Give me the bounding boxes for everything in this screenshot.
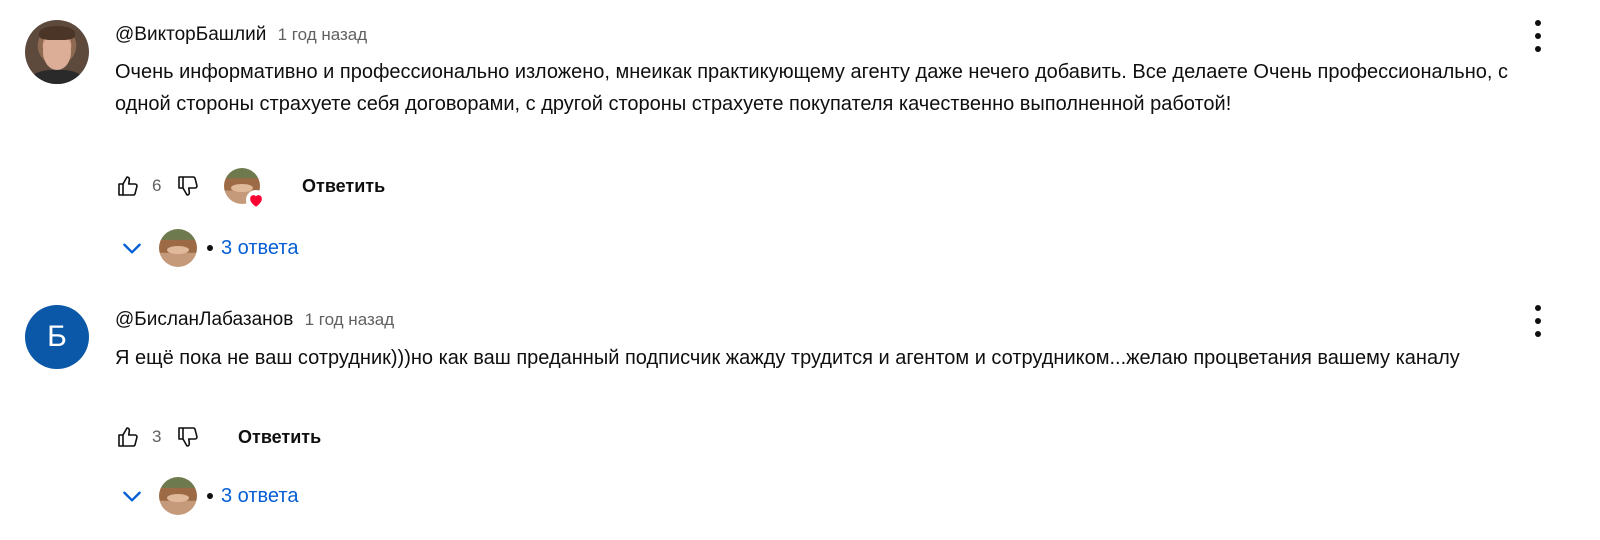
more-vert-icon[interactable] [1526,305,1550,337]
comment-text: Я ещё пока не ваш сотрудник)))но как ваш… [115,347,1460,369]
avatar-letter: Б [47,320,67,353]
creator-avatar [159,477,197,515]
separator-dot [207,493,213,499]
replies-toggle[interactable]: 3 ответа [115,476,298,516]
dislike-icon[interactable] [172,421,204,453]
like-icon[interactable] [112,421,144,453]
chevron-down-icon [115,479,149,513]
replies-count: 3 ответа [221,484,299,507]
comment-2: Б @БисланЛабазанов 1 год назад Я ещё пок… [0,0,1600,540]
comment-header: @БисланЛабазанов 1 год назад [115,309,394,331]
author-name[interactable]: @БисланЛабазанов [115,309,293,330]
reply-button[interactable]: Ответить [224,421,335,454]
comment-time[interactable]: 1 год назад [305,310,395,329]
like-count: 3 [152,427,162,446]
author-avatar[interactable]: Б [25,305,89,369]
comment-actions: 3 Ответить [112,419,335,455]
